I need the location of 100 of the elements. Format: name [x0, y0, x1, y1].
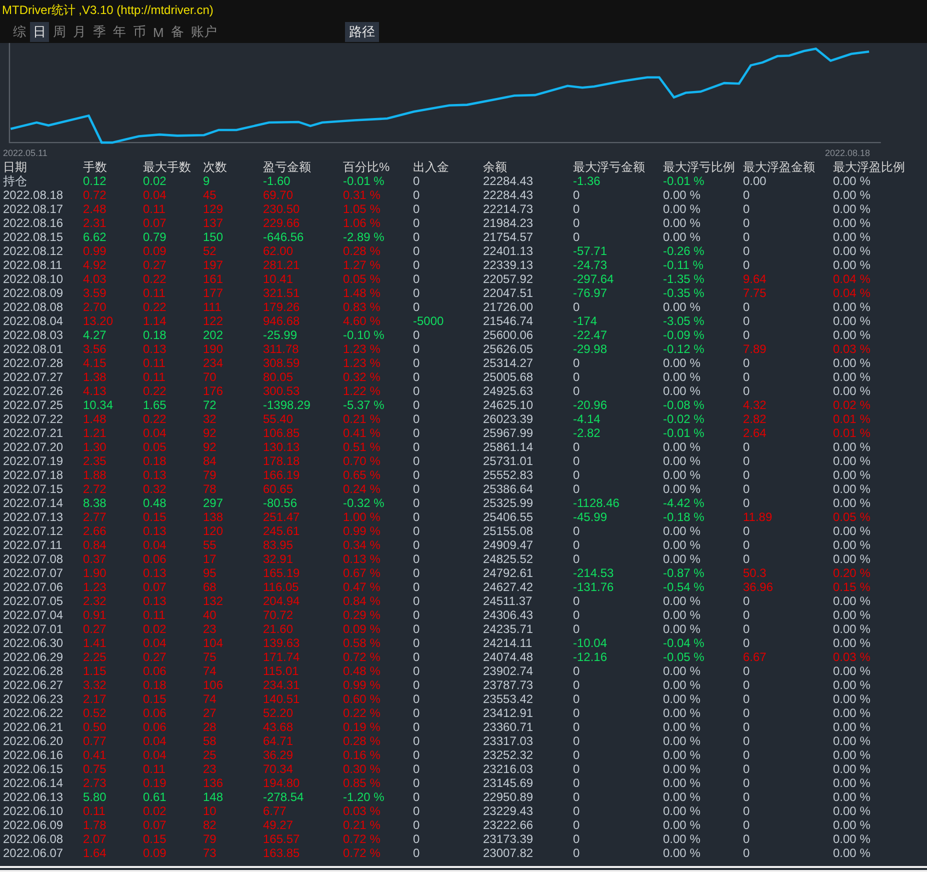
table-cell-text: 0 — [413, 748, 421, 762]
table-cell-text: 0 — [743, 496, 751, 510]
table-cell-text: -0.54 % — [663, 580, 706, 594]
tab[interactable]: 备 — [168, 22, 187, 42]
table-cell-text: 24792.61 — [483, 566, 534, 580]
table-cell-text: 0.00 % — [663, 608, 702, 622]
table-cell-text: 171.74 — [263, 650, 301, 664]
table-cell-text: 0 — [413, 580, 421, 594]
table-cell-text: 0.22 — [143, 300, 168, 314]
table-cell-text: -0.10 % — [343, 328, 386, 342]
table-cell-text: 194.80 — [263, 776, 301, 790]
table-cell-text: 0.03 % — [833, 650, 872, 664]
table-cell-text: 0 — [413, 258, 421, 272]
tab[interactable]: 月 — [70, 22, 89, 42]
table-cell-text: 0 — [413, 524, 421, 538]
table-cell-text: 0.00 % — [833, 258, 872, 272]
table-cell-text: 0.00 % — [833, 216, 872, 230]
table-cell-text: 0.00 % — [833, 692, 872, 706]
table-cell-text: 0 — [413, 678, 421, 692]
table-cell-text: 0.07 — [143, 818, 168, 832]
table-cell-text: 0.22 — [143, 272, 168, 286]
table-cell-text: 8.38 — [83, 496, 108, 510]
tab[interactable]: 周 — [50, 22, 69, 42]
table-cell-text: 0.00 % — [663, 454, 702, 468]
table-cell-text: 0.02 — [143, 174, 168, 188]
date-cell-text: 2022.08.18 — [3, 188, 64, 202]
path-button[interactable]: 路径 — [344, 22, 379, 42]
table-cell-text: -0.02 % — [663, 412, 706, 426]
date-cell-text: 2022.07.06 — [3, 580, 64, 594]
table-cell-text: 0 — [743, 230, 751, 244]
table-cell-text: 78 — [203, 482, 218, 496]
table-cell-text: -1.20 % — [343, 790, 386, 804]
tab[interactable]: M — [150, 24, 167, 41]
date-cell-text: 2022.06.23 — [3, 692, 64, 706]
table-cell-text: 2.70 — [83, 300, 108, 314]
table-cell-text: 0.04 — [143, 188, 168, 202]
table-cell-text: 0 — [413, 454, 421, 468]
table-cell-text: 23173.39 — [483, 832, 534, 846]
table-cell-text: 0 — [743, 776, 751, 790]
table-cell-text: -214.53 — [573, 566, 615, 580]
table-cell-text: 0 — [743, 846, 751, 860]
tab[interactable]: 日 — [30, 22, 49, 42]
table-cell-text: 0 — [573, 468, 581, 482]
date-cell-text: 2022.08.16 — [3, 216, 64, 230]
table-cell-text: 0 — [413, 496, 421, 510]
table-cell-text: 1.30 — [83, 440, 108, 454]
table-cell-text: 0 — [743, 622, 751, 636]
table-cell-text: 0.00 % — [663, 230, 702, 244]
table-cell-text: 0 — [413, 706, 421, 720]
table-cell-text: 0.48 — [143, 496, 168, 510]
table-cell-text: 0.11 — [143, 356, 166, 370]
table-cell-text: 10.34 — [83, 398, 114, 412]
table-cell-text: 165.57 — [263, 832, 301, 846]
date-cell-text: 2022.07.04 — [3, 608, 64, 622]
table-cell-text: 0 — [743, 706, 751, 720]
table-cell-text: 0.02 — [143, 622, 168, 636]
table-cell-text: 0 — [743, 440, 751, 454]
table-cell-text: 0.15 % — [833, 580, 872, 594]
table-cell-text: 1.27 % — [343, 258, 382, 272]
date-cell-text: 2022.06.30 — [3, 636, 64, 650]
table-cell-text: -131.76 — [573, 580, 615, 594]
table-cell-text: 0.00 — [743, 174, 768, 188]
table-cell-text: 0 — [743, 832, 751, 846]
table-cell-text: 0 — [413, 426, 421, 440]
table-cell-text: 0.00 % — [833, 356, 872, 370]
table-cell-text: 80.05 — [263, 370, 294, 384]
tab[interactable]: 季 — [90, 22, 109, 42]
table-cell-text: 0.60 % — [343, 692, 382, 706]
table-cell-text: 21726.00 — [483, 300, 534, 314]
table-cell-text: 0 — [413, 370, 421, 384]
table-cell-text: 0 — [413, 398, 421, 412]
table-cell-text: 0 — [413, 790, 421, 804]
table-cell-text: 25861.14 — [483, 440, 534, 454]
date-cell-text: 2022.06.07 — [3, 846, 64, 860]
table-cell-text: 55 — [203, 538, 218, 552]
table-cell-text: 0 — [573, 300, 581, 314]
date-cell-text: 2022.08.03 — [3, 328, 64, 342]
table-cell-text: 150 — [203, 230, 224, 244]
table-cell-text: 0.72 % — [343, 832, 382, 846]
table-cell-text: 0 — [413, 664, 421, 678]
tab[interactable]: 账户 — [188, 22, 220, 42]
table-cell-text: 0.00 % — [663, 524, 702, 538]
table-cell-text: 0.00 % — [833, 776, 872, 790]
table-cell-text: 176 — [203, 384, 224, 398]
table-cell-text: -0.11 % — [663, 258, 704, 272]
table-cell-text: 68 — [203, 580, 218, 594]
table-cell-text: 0.00 % — [833, 454, 872, 468]
table-cell-text: 0 — [573, 692, 581, 706]
tab[interactable]: 综 — [10, 22, 29, 42]
table-cell-text: 0.06 — [143, 664, 168, 678]
table-cell-text: 1.06 % — [343, 216, 382, 230]
tab[interactable]: 币 — [130, 22, 149, 42]
date-cell-text: 2022.06.13 — [3, 790, 64, 804]
table-cell-text: 23229.43 — [483, 804, 534, 818]
table-cell-text: 0.00 % — [663, 594, 702, 608]
table-cell-text: 0 — [743, 356, 751, 370]
table-cell-text: 24909.47 — [483, 538, 534, 552]
tab[interactable]: 年 — [110, 22, 129, 42]
table-cell-text: 116.05 — [263, 580, 300, 594]
table-cell-text: 0 — [743, 454, 751, 468]
